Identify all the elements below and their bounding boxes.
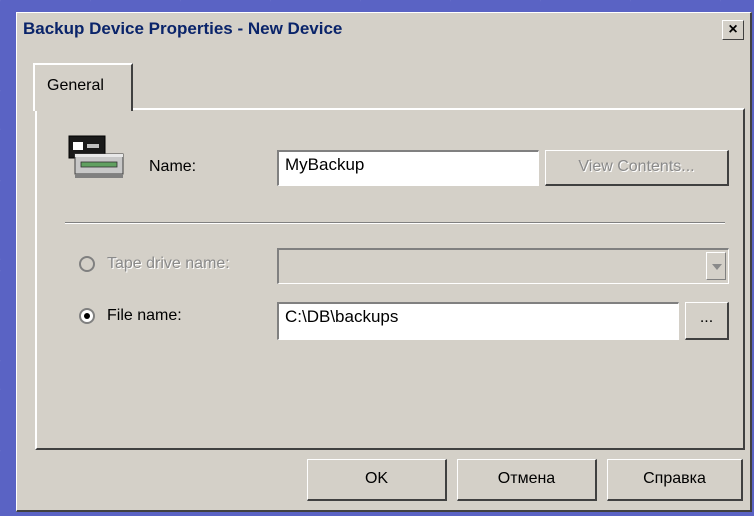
name-input[interactable]: MyBackup	[277, 150, 539, 186]
window-title: Backup Device Properties - New Device	[23, 19, 343, 38]
file-name-label: File name:	[107, 307, 182, 324]
backup-device-properties-dialog: Backup Device Properties - New Device × …	[16, 12, 752, 512]
tab-general-label: General	[47, 77, 104, 94]
close-icon: ×	[728, 21, 738, 38]
tab-general[interactable]: General	[33, 63, 133, 111]
chevron-down-icon[interactable]	[706, 252, 726, 280]
name-label-text: Name:	[149, 158, 197, 175]
radio-selected-dot	[84, 313, 90, 319]
tape-drive-label: Tape drive name:	[107, 255, 230, 272]
view-contents-button[interactable]: View Contents...	[545, 150, 729, 186]
tape-drive-combo[interactable]	[277, 248, 729, 284]
tape-drive-radio[interactable]	[79, 256, 95, 272]
file-name-radio[interactable]	[79, 308, 95, 324]
browse-button[interactable]: ...	[685, 302, 729, 340]
cancel-button[interactable]: Отмена	[457, 459, 597, 501]
help-button[interactable]: Справка	[607, 459, 743, 501]
close-button[interactable]: ×	[722, 20, 744, 40]
separator	[65, 222, 725, 224]
name-label: Name:	[149, 158, 196, 176]
file-name-input[interactable]: C:\DB\backups	[277, 302, 679, 340]
title-bar: Backup Device Properties - New Device ×	[17, 13, 750, 47]
general-tab-panel: Name: MyBackup View Contents... Tape dri…	[35, 108, 745, 450]
ok-button[interactable]: OK	[307, 459, 447, 501]
backup-device-icon	[68, 135, 124, 178]
